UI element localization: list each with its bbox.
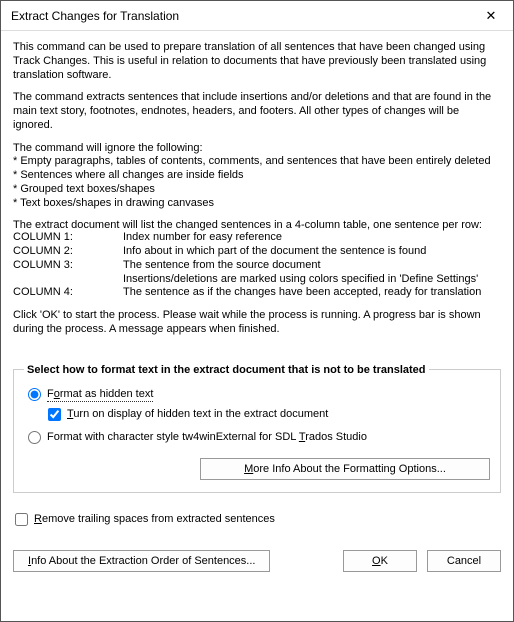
format-group: Select how to format text in the extract… (13, 364, 501, 493)
close-button[interactable]: ✕ (469, 2, 513, 30)
radio-hidden-label: Format as hidden text (47, 388, 153, 402)
radio-char-style-label: Format with character style tw4winExtern… (47, 431, 367, 443)
col4-val: The sentence as if the changes have been… (123, 286, 481, 300)
dialog-body: This command can be used to prepare tran… (1, 31, 513, 621)
info-extraction-order-button[interactable]: Info About the Extraction Order of Sente… (13, 550, 270, 572)
col2-key: COLUMN 2: (13, 245, 123, 259)
radio-hidden-input[interactable] (28, 388, 41, 401)
check-remove-trailing-input[interactable] (15, 513, 28, 526)
titlebar: Extract Changes for Translation ✕ (1, 1, 513, 31)
ignore-title: The command will ignore the following: (13, 142, 501, 156)
button-row: Info About the Extraction Order of Sente… (13, 550, 501, 572)
intro-p1: This command can be used to prepare tran… (13, 41, 501, 82)
col2-val: Info about in which part of the document… (123, 245, 426, 259)
ignore-4: * Text boxes/shapes in drawing canvases (13, 197, 501, 211)
col3-val2: Insertions/deletions are marked using co… (123, 273, 478, 287)
ignore-2: * Sentences where all changes are inside… (13, 169, 501, 183)
ok-hint: Click 'OK' to start the process. Please … (13, 309, 501, 337)
ignore-1: * Empty paragraphs, tables of contents, … (13, 155, 501, 169)
close-icon: ✕ (486, 8, 497, 24)
radio-hidden-text[interactable]: Format as hidden text (28, 388, 490, 402)
col3-val: The sentence from the source document (123, 259, 321, 273)
col1-val: Index number for easy reference (123, 231, 282, 245)
more-info-button[interactable]: More Info About the Formatting Options..… (200, 458, 490, 480)
ignore-block: The command will ignore the following: *… (13, 142, 501, 211)
window-title: Extract Changes for Translation (11, 9, 469, 23)
check-remove-trailing[interactable]: Remove trailing spaces from extracted se… (15, 513, 501, 526)
ok-button[interactable]: OK (343, 550, 417, 572)
col4-key: COLUMN 4: (13, 286, 123, 300)
check-turn-on-hidden-label: Turn on display of hidden text in the ex… (67, 408, 328, 420)
col1-key: COLUMN 1: (13, 231, 123, 245)
ignore-3: * Grouped text boxes/shapes (13, 183, 501, 197)
check-turn-on-hidden[interactable]: Turn on display of hidden text in the ex… (48, 408, 490, 421)
cancel-button[interactable]: Cancel (427, 550, 501, 572)
col3-key: COLUMN 3: (13, 259, 123, 273)
radio-char-style-input[interactable] (28, 431, 41, 444)
columns-block: The extract document will list the chang… (13, 219, 501, 300)
intro-p2: The command extracts sentences that incl… (13, 91, 501, 132)
check-remove-trailing-label: Remove trailing spaces from extracted se… (34, 513, 275, 525)
check-turn-on-hidden-input[interactable] (48, 408, 61, 421)
columns-intro: The extract document will list the chang… (13, 219, 501, 231)
radio-char-style[interactable]: Format with character style tw4winExtern… (28, 431, 490, 444)
format-legend: Select how to format text in the extract… (24, 364, 429, 376)
